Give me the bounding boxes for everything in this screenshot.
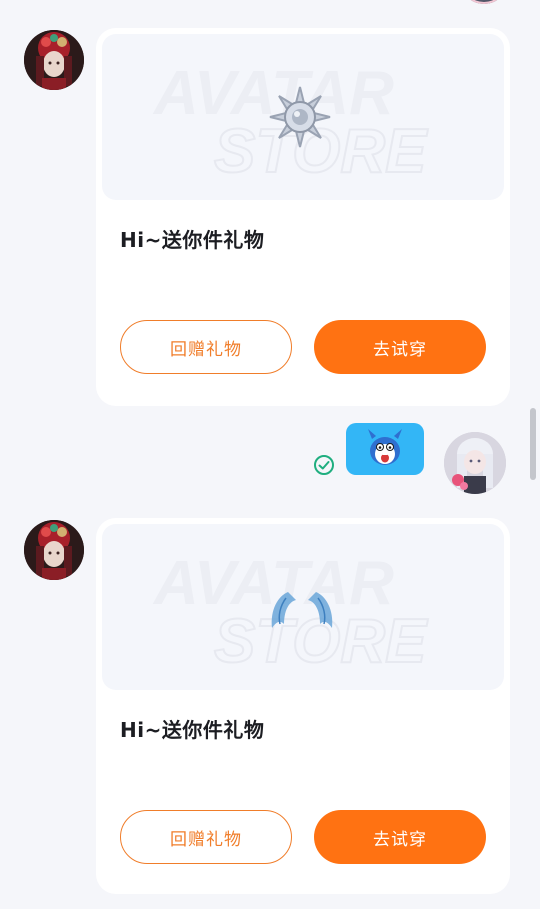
sticker-message-bubble[interactable] — [346, 423, 424, 475]
sender-avatar-image — [24, 30, 84, 90]
try-on-button[interactable]: 去试穿 — [314, 810, 486, 864]
gift-preview-banner: AVATAR STORE — [102, 524, 504, 690]
self-avatar-image — [444, 432, 506, 494]
gift-message-card: AVATAR STORE Hi~送你件礼物 回赠礼物 去试穿 — [96, 28, 510, 406]
watermark-store: STORE — [214, 117, 428, 186]
chat-screen: AVATAR STORE Hi~送你件礼物 回赠礼物 去试穿 AVATAR ST… — [0, 0, 540, 909]
sender-avatar-image — [24, 520, 84, 580]
gift-message-title: Hi~送你件礼物 — [120, 718, 265, 742]
self-avatar[interactable] — [444, 432, 506, 494]
spiked-orb-icon — [269, 86, 331, 148]
return-gift-button[interactable]: 回赠礼物 — [120, 320, 292, 374]
return-gift-button[interactable]: 回赠礼物 — [120, 810, 292, 864]
sender-avatar[interactable] — [24, 30, 84, 90]
sent-check-icon — [313, 454, 335, 476]
scrollbar[interactable] — [530, 408, 536, 480]
try-on-button[interactable]: 去试穿 — [314, 320, 486, 374]
sender-avatar[interactable] — [24, 520, 84, 580]
user-avatar-partial[interactable] — [462, 0, 506, 4]
gift-message-card: AVATAR STORE Hi~送你件礼物 回赠礼物 去试穿 — [96, 518, 510, 894]
gift-message-title: Hi~送你件礼物 — [120, 228, 265, 252]
gift-preview-banner: AVATAR STORE — [102, 34, 504, 200]
cartoon-character-sticker — [368, 429, 402, 465]
